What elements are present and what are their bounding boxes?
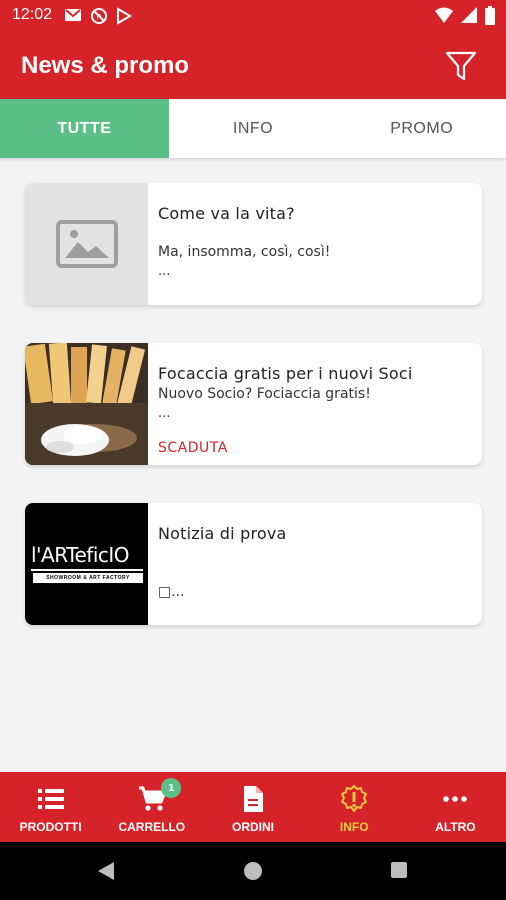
status-time: 12:02 xyxy=(12,6,53,23)
nav-label: ALTRO xyxy=(435,820,476,834)
svg-text:R: R xyxy=(97,13,102,21)
gmail-icon xyxy=(64,7,82,29)
list-icon xyxy=(37,784,64,814)
nav-carrello[interactable]: 1 CARRELLO xyxy=(101,772,202,842)
nav-label: CARRELLO xyxy=(118,820,186,834)
nav-prodotti[interactable]: PRODOTTI xyxy=(0,772,101,842)
news-card[interactable]: l'ARTeficIO SHOWROOM & ART FACTORY Notiz… xyxy=(25,503,482,625)
card-more: ... xyxy=(158,406,171,421)
info-badge-icon xyxy=(340,784,368,814)
nav-label: PRODOTTI xyxy=(19,820,82,834)
play-store-icon xyxy=(116,7,132,29)
page-title: News & promo xyxy=(21,52,190,79)
card-title: Focaccia gratis per i nuovi Soci xyxy=(158,364,413,383)
card-subtitle: Nuovo Socio? Fociaccia gratis! xyxy=(158,386,371,402)
home-icon[interactable] xyxy=(243,861,263,885)
battery-icon xyxy=(484,6,496,30)
nav-info[interactable]: INFO xyxy=(304,772,405,842)
nav-label: ORDINI xyxy=(232,820,274,834)
nav-altro[interactable]: ALTRO xyxy=(405,772,506,842)
filter-icon[interactable] xyxy=(444,49,478,83)
card-more: ... xyxy=(158,264,171,279)
nav-label: INFO xyxy=(339,820,369,834)
no-sim-icon: R xyxy=(90,7,108,29)
tab-tutte[interactable]: TUTTE xyxy=(0,99,169,158)
more-icon xyxy=(443,784,468,814)
wifi-icon xyxy=(434,6,454,30)
card-title: Notizia di prova xyxy=(158,524,287,543)
cellular-icon xyxy=(460,6,478,30)
tab-bar: TUTTE INFO PROMO xyxy=(0,99,506,158)
system-navigation-bar xyxy=(0,842,506,900)
cart-count-badge: 1 xyxy=(161,778,182,798)
status-badge: SCADUTA xyxy=(158,440,228,456)
card-subtitle: Ma, insomma, così, così! xyxy=(158,244,331,260)
card-more: □... xyxy=(158,584,185,600)
news-card[interactable]: Come va la vita? Ma, insomma, così, così… xyxy=(25,183,482,305)
logo-subtext: SHOWROOM & ART FACTORY xyxy=(46,575,130,581)
card-title: Come va la vita? xyxy=(158,204,295,223)
document-icon xyxy=(242,784,264,814)
tab-promo[interactable]: PROMO xyxy=(337,99,506,158)
tab-info[interactable]: INFO xyxy=(169,99,338,158)
placeholder-image-icon xyxy=(25,183,148,305)
news-card[interactable]: Focaccia gratis per i nuovi Soci Nuovo S… xyxy=(25,343,482,465)
back-icon[interactable] xyxy=(96,861,116,885)
recents-icon[interactable] xyxy=(390,861,408,883)
focaccia-photo xyxy=(25,343,148,465)
logo-text: l'ARTeficIO xyxy=(31,543,130,567)
artefficio-logo: l'ARTeficIO SHOWROOM & ART FACTORY xyxy=(25,503,148,625)
nav-ordini[interactable]: ORDINI xyxy=(202,772,303,842)
bottom-navigation: PRODOTTI 1 CARRELLO ORDINI INFO ALTRO xyxy=(0,772,506,842)
status-bar: 12:02 R xyxy=(0,0,506,32)
app-bar: News & promo xyxy=(0,32,506,99)
